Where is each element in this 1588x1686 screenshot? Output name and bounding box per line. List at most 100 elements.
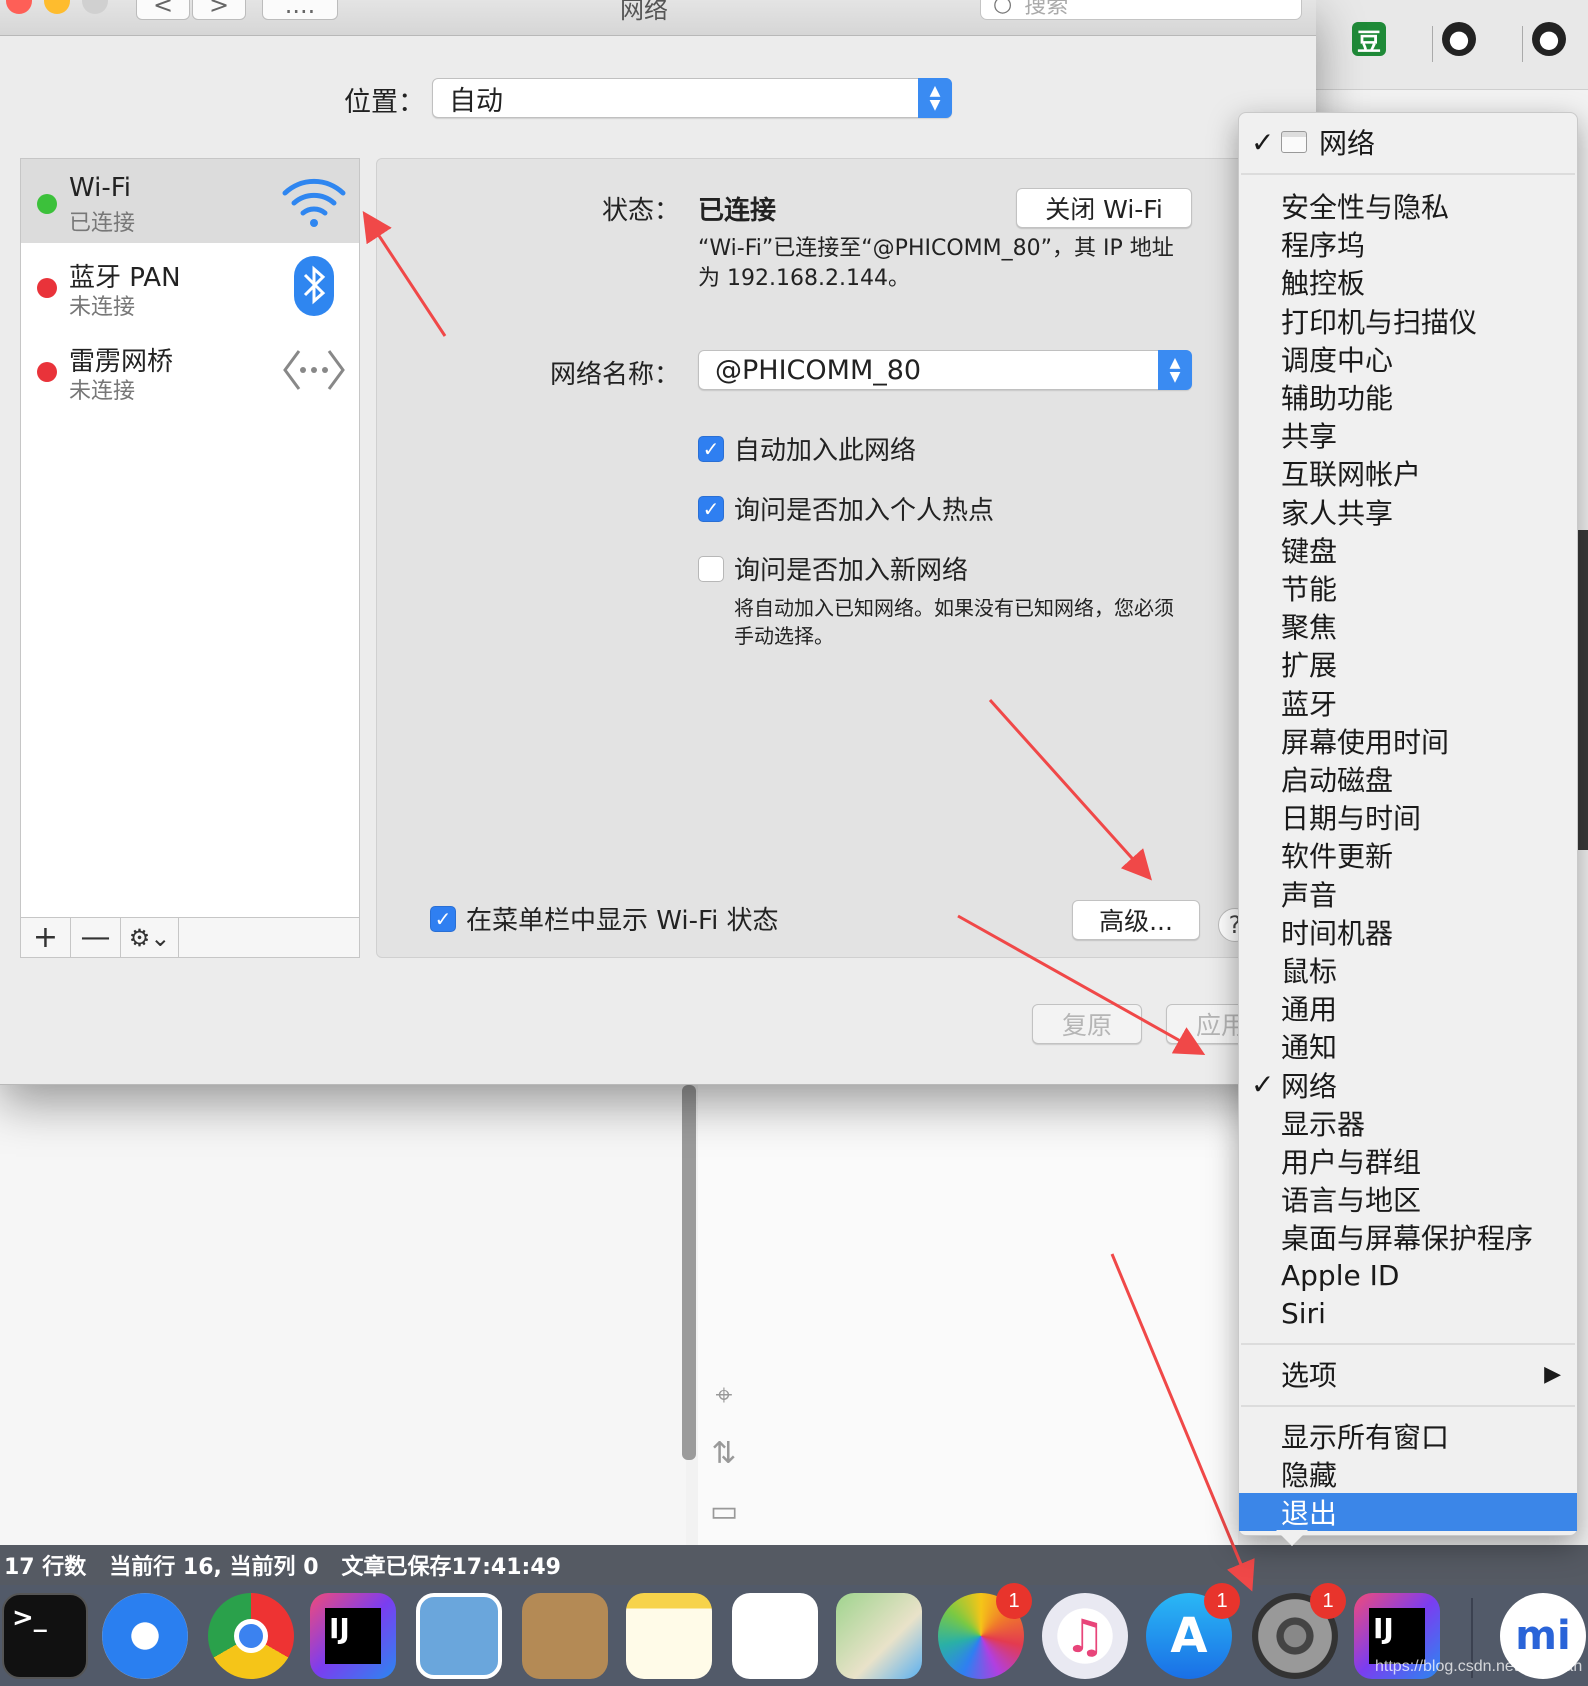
show-in-menubar-checkbox[interactable]: ✓ 在菜单栏中显示 Wi-Fi 状态 (430, 900, 779, 937)
dock-context-menu: ✓ 网络 安全性与隐私 程序坞 触控板 打印机与扫描仪 调度中心 辅助功能 共享 互联网帐户家… (1238, 112, 1578, 1536)
github-tab[interactable]: ● (1442, 22, 1482, 62)
menu-item-pane[interactable]: 蓝牙 (1239, 684, 1577, 722)
checkbox-empty-icon (698, 555, 724, 582)
menu-item-pane[interactable]: 程序坞 (1239, 225, 1577, 263)
editor-scrollbar[interactable] (682, 1085, 696, 1460)
menu-item-pane[interactable]: 辅助功能 (1239, 378, 1577, 416)
app-store-icon[interactable]: A1 (1146, 1583, 1240, 1679)
checkmark-icon: ✓ (1251, 1068, 1275, 1102)
window-icon (1281, 131, 1307, 153)
ask-new-network-description-line2: 手动选择。 (734, 624, 834, 648)
checkmark-icon: ✓ (698, 435, 724, 462)
menu-item-pane[interactable]: 鼠标 (1239, 951, 1577, 989)
menu-item-pane[interactable]: 软件更新 (1239, 836, 1577, 874)
menu-item-pane[interactable]: 时间机器 (1239, 913, 1577, 951)
menu-item-pane[interactable]: 桌面与屏幕保护程序 (1239, 1218, 1577, 1256)
locate-icon[interactable]: ⌖ (706, 1378, 742, 1414)
menu-item-pane[interactable]: 显示器 (1239, 1104, 1577, 1142)
close-window-button[interactable] (6, 0, 32, 14)
network-name-popup[interactable]: @PHICOMM_80 ▲ ▼ (698, 350, 1192, 390)
status-description-line2: 为 192.168.2.144。 (698, 266, 910, 291)
editor-pane (0, 1085, 686, 1545)
network-name-value: @PHICOMM_80 (715, 354, 922, 386)
menu-item-pane[interactable]: 触控板 (1239, 263, 1577, 301)
service-list-toolbar: + — ⚙⌄ (21, 917, 359, 957)
service-item-bluetooth-pan[interactable]: 蓝牙 PAN 未连接 (21, 243, 359, 327)
auto-join-checkbox[interactable]: ✓ 自动加入此网络 (698, 430, 916, 467)
menu-item-pane[interactable]: ✓ 网络 (1239, 1066, 1577, 1104)
add-service-button[interactable]: + (21, 918, 71, 957)
menu-item-pane[interactable]: 节能 (1239, 569, 1577, 607)
menu-item-pane[interactable]: 共享 (1239, 416, 1577, 454)
menu-item-pane[interactable]: 启动磁盘 (1239, 760, 1577, 798)
thunderbolt-bridge-icon (283, 350, 345, 390)
remove-service-button[interactable]: — (71, 918, 121, 957)
reminders-icon[interactable] (732, 1593, 818, 1679)
status-dot (37, 362, 57, 382)
minimize-window-button[interactable] (44, 0, 70, 14)
show-in-menubar-label: 在菜单栏中显示 Wi-Fi 状态 (466, 906, 779, 936)
intellij-icon[interactable]: IJ (310, 1593, 396, 1679)
menu-item-pane[interactable]: 家人共享 (1239, 493, 1577, 531)
menu-item-pane[interactable]: 聚焦 (1239, 607, 1577, 645)
douban-tab[interactable]: 豆 (1352, 22, 1392, 62)
menu-item-pane[interactable]: Apple ID (1239, 1257, 1577, 1295)
forward-button[interactable]: > (192, 0, 246, 20)
location-label: 位置： (344, 87, 425, 118)
service-status: 未连接 (69, 379, 136, 404)
contacts-icon[interactable] (522, 1593, 608, 1679)
ask-hotspot-checkbox[interactable]: ✓ 询问是否加入个人热点 (698, 490, 994, 527)
status-dot (37, 194, 57, 214)
service-status: 已连接 (69, 211, 136, 236)
menu-item-pane[interactable]: 用户与群组 (1239, 1142, 1577, 1180)
service-item-thunderbolt-bridge[interactable]: 雷雳网桥 未连接 (21, 327, 359, 411)
menu-item-pane[interactable]: 扩展 (1239, 645, 1577, 683)
menu-item-pane[interactable]: 打印机与扫描仪 (1239, 302, 1577, 340)
menu-item-pane[interactable]: 调度中心 (1239, 340, 1577, 378)
ask-new-network-description-line1: 将自动加入已知网络。如果没有已知网络，您必须 (734, 596, 1174, 620)
service-item-wifi[interactable]: Wi-Fi 已连接 (21, 159, 359, 243)
notes-icon[interactable] (626, 1593, 712, 1679)
background-browser-tabstrip: 豆 ● ● (1310, 0, 1588, 90)
menu-item-pane[interactable]: 互联网帐户 (1239, 454, 1577, 492)
zoom-window-button[interactable] (82, 0, 108, 14)
back-button[interactable]: < (136, 0, 190, 20)
terminal-icon[interactable]: >_ (2, 1593, 88, 1679)
chrome-icon[interactable] (208, 1593, 294, 1679)
menu-item-pane[interactable]: 语言与地区 (1239, 1180, 1577, 1218)
submenu-arrow-icon: ▶ (1544, 1361, 1561, 1387)
menu-item-pane[interactable]: 声音 (1239, 875, 1577, 913)
location-popup[interactable]: 自动 ▲ ▼ (432, 78, 952, 118)
preview-icon[interactable] (416, 1593, 502, 1679)
ask-new-network-checkbox[interactable]: 询问是否加入新网络 (698, 550, 968, 587)
gear-icon[interactable]: ⚙⌄ (121, 918, 179, 957)
menu-item-pane[interactable]: 通知 (1239, 1027, 1577, 1065)
preview-toggle-icon[interactable]: ▭ (706, 1494, 742, 1530)
menu-item-pane[interactable]: Siri (1239, 1295, 1577, 1333)
advanced-button[interactable]: 高级... (1072, 900, 1200, 940)
github-tab-2[interactable]: ● (1532, 22, 1572, 62)
search-input[interactable]: ○ 搜索 (980, 0, 1302, 20)
menu-item-pane[interactable]: 通用 (1239, 989, 1577, 1027)
window-title: 网络 (620, 0, 668, 24)
menu-item-quit[interactable]: 退出 (1239, 1493, 1577, 1531)
itunes-icon[interactable]: ♫ (1042, 1593, 1128, 1679)
show-all-button[interactable]: .... (262, 0, 338, 20)
menu-item-hide[interactable]: 隐藏 (1239, 1455, 1577, 1493)
menu-header-network[interactable]: ✓ 网络 (1239, 123, 1577, 161)
turn-off-wifi-button[interactable]: 关闭 Wi-Fi (1016, 188, 1192, 228)
menu-item-show-all-windows[interactable]: 显示所有窗口 (1239, 1417, 1577, 1455)
sync-scroll-icon[interactable]: ⇅ (706, 1436, 742, 1472)
revert-button[interactable]: 复原 (1032, 1004, 1142, 1044)
menu-item-pane[interactable]: 安全性与隐私 (1239, 187, 1577, 225)
menu-item-pane[interactable]: 键盘 (1239, 531, 1577, 569)
menu-item-pane[interactable]: 屏幕使用时间 (1239, 722, 1577, 760)
photos-icon[interactable]: 1 (938, 1583, 1032, 1679)
menu-pointer (1276, 1530, 1308, 1546)
system-preferences-icon[interactable]: 1 (1252, 1583, 1346, 1679)
maps-icon[interactable] (836, 1593, 922, 1679)
menu-item-pane[interactable]: 日期与时间 (1239, 798, 1577, 836)
menu-item-options[interactable]: 选项 ▶ (1239, 1355, 1577, 1393)
network-name-label: 网络名称： (549, 360, 680, 390)
safari-icon[interactable] (102, 1593, 188, 1679)
